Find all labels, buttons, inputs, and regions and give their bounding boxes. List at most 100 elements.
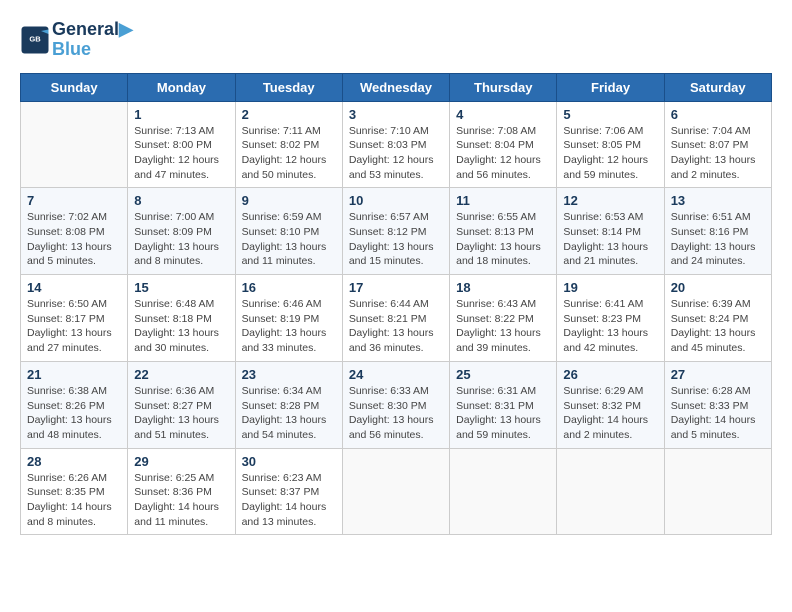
calendar-cell: 5 Sunrise: 7:06 AM Sunset: 8:05 PM Daylig…: [557, 101, 664, 188]
day-info: Sunrise: 7:04 AM Sunset: 8:07 PM Dayligh…: [671, 124, 765, 183]
logo-text: General▶ Blue: [52, 20, 133, 60]
calendar-cell: 4 Sunrise: 7:08 AM Sunset: 8:04 PM Daylig…: [450, 101, 557, 188]
logo: GB General▶ Blue: [20, 20, 133, 60]
day-info: Sunrise: 6:29 AM Sunset: 8:32 PM Dayligh…: [563, 384, 657, 443]
day-header-wednesday: Wednesday: [342, 73, 449, 101]
day-info: Sunrise: 7:00 AM Sunset: 8:09 PM Dayligh…: [134, 210, 228, 269]
calendar-week-2: 7 Sunrise: 7:02 AM Sunset: 8:08 PM Daylig…: [21, 188, 772, 275]
calendar-cell: 25 Sunrise: 6:31 AM Sunset: 8:31 PM Dayli…: [450, 361, 557, 448]
day-number: 26: [563, 367, 657, 382]
day-number: 7: [27, 193, 121, 208]
logo-line2: Blue: [52, 40, 133, 60]
day-number: 6: [671, 107, 765, 122]
day-number: 14: [27, 280, 121, 295]
calendar-week-3: 14 Sunrise: 6:50 AM Sunset: 8:17 PM Dayli…: [21, 275, 772, 362]
day-info: Sunrise: 7:13 AM Sunset: 8:00 PM Dayligh…: [134, 124, 228, 183]
day-number: 10: [349, 193, 443, 208]
calendar-cell: 3 Sunrise: 7:10 AM Sunset: 8:03 PM Daylig…: [342, 101, 449, 188]
day-number: 18: [456, 280, 550, 295]
day-info: Sunrise: 7:10 AM Sunset: 8:03 PM Dayligh…: [349, 124, 443, 183]
calendar-cell: [342, 448, 449, 535]
calendar-cell: 9 Sunrise: 6:59 AM Sunset: 8:10 PM Daylig…: [235, 188, 342, 275]
calendar-cell: 15 Sunrise: 6:48 AM Sunset: 8:18 PM Dayli…: [128, 275, 235, 362]
day-header-friday: Friday: [557, 73, 664, 101]
calendar-cell: 22Sunrise: 6:36 AM Sunset: 8:27 PM Dayli…: [128, 361, 235, 448]
day-header-monday: Monday: [128, 73, 235, 101]
day-number: 9: [242, 193, 336, 208]
day-header-sunday: Sunday: [21, 73, 128, 101]
calendar-cell: 8 Sunrise: 7:00 AM Sunset: 8:09 PM Daylig…: [128, 188, 235, 275]
day-info: Sunrise: 6:25 AM Sunset: 8:36 PM Dayligh…: [134, 471, 228, 530]
calendar-week-1: 1 Sunrise: 7:13 AM Sunset: 8:00 PM Daylig…: [21, 101, 772, 188]
day-number: 29: [134, 454, 228, 469]
calendar-cell: 28 Sunrise: 6:26 AM Sunset: 8:35 PM Dayli…: [21, 448, 128, 535]
day-number: 5: [563, 107, 657, 122]
day-number: 13: [671, 193, 765, 208]
calendar-header: SundayMondayTuesdayWednesdayThursdayFrid…: [21, 73, 772, 101]
calendar-cell: 13 Sunrise: 6:51 AM Sunset: 8:16 PM Dayli…: [664, 188, 771, 275]
day-number: 4: [456, 107, 550, 122]
calendar-cell: 26 Sunrise: 6:29 AM Sunset: 8:32 PM Dayli…: [557, 361, 664, 448]
calendar-cell: [21, 101, 128, 188]
day-number: 1: [134, 107, 228, 122]
day-info: Sunrise: 6:51 AM Sunset: 8:16 PM Dayligh…: [671, 210, 765, 269]
calendar-cell: 17 Sunrise: 6:44 AM Sunset: 8:21 PM Dayli…: [342, 275, 449, 362]
day-info: Sunrise: 7:06 AM Sunset: 8:05 PM Dayligh…: [563, 124, 657, 183]
calendar-cell: 12 Sunrise: 6:53 AM Sunset: 8:14 PM Dayli…: [557, 188, 664, 275]
day-info: Sunrise: 6:31 AM Sunset: 8:31 PM Dayligh…: [456, 384, 550, 443]
day-number: 2: [242, 107, 336, 122]
calendar-cell: 10 Sunrise: 6:57 AM Sunset: 8:12 PM Dayli…: [342, 188, 449, 275]
day-info: Sunrise: 6:23 AM Sunset: 8:37 PM Dayligh…: [242, 471, 336, 530]
day-info: Sunrise: 6:55 AM Sunset: 8:13 PM Dayligh…: [456, 210, 550, 269]
day-number: 28: [27, 454, 121, 469]
day-number: 3: [349, 107, 443, 122]
day-info: Sunrise: 6:43 AM Sunset: 8:22 PM Dayligh…: [456, 297, 550, 356]
calendar-cell: [557, 448, 664, 535]
svg-text:GB: GB: [29, 34, 41, 43]
day-info: Sunrise: 7:11 AM Sunset: 8:02 PM Dayligh…: [242, 124, 336, 183]
day-info: Sunrise: 6:26 AM Sunset: 8:35 PM Dayligh…: [27, 471, 121, 530]
day-info: Sunrise: 6:33 AM Sunset: 8:30 PM Dayligh…: [349, 384, 443, 443]
day-info: Sunrise: 6:39 AM Sunset: 8:24 PM Dayligh…: [671, 297, 765, 356]
day-number: 21: [27, 367, 121, 382]
day-number: 15: [134, 280, 228, 295]
day-number: 22: [134, 367, 228, 382]
calendar-cell: 18 Sunrise: 6:43 AM Sunset: 8:22 PM Dayli…: [450, 275, 557, 362]
day-info: Sunrise: 6:53 AM Sunset: 8:14 PM Dayligh…: [563, 210, 657, 269]
calendar-cell: 24 Sunrise: 6:33 AM Sunset: 8:30 PM Dayli…: [342, 361, 449, 448]
calendar-cell: 11 Sunrise: 6:55 AM Sunset: 8:13 PM Dayli…: [450, 188, 557, 275]
day-number: 17: [349, 280, 443, 295]
day-info: Sunrise: 6:46 AM Sunset: 8:19 PM Dayligh…: [242, 297, 336, 356]
calendar-cell: [450, 448, 557, 535]
day-info: Sunrise: 6:59 AM Sunset: 8:10 PM Dayligh…: [242, 210, 336, 269]
calendar-week-5: 28 Sunrise: 6:26 AM Sunset: 8:35 PM Dayli…: [21, 448, 772, 535]
calendar-cell: 7 Sunrise: 7:02 AM Sunset: 8:08 PM Daylig…: [21, 188, 128, 275]
day-info: Sunrise: 6:57 AM Sunset: 8:12 PM Dayligh…: [349, 210, 443, 269]
day-info: Sunrise: 7:02 AM Sunset: 8:08 PM Dayligh…: [27, 210, 121, 269]
calendar-cell: 30 Sunrise: 6:23 AM Sunset: 8:37 PM Dayli…: [235, 448, 342, 535]
day-number: 11: [456, 193, 550, 208]
calendar-cell: 29 Sunrise: 6:25 AM Sunset: 8:36 PM Dayli…: [128, 448, 235, 535]
calendar-table: SundayMondayTuesdayWednesdayThursdayFrid…: [20, 73, 772, 536]
day-header-saturday: Saturday: [664, 73, 771, 101]
day-number: 25: [456, 367, 550, 382]
calendar-cell: 1 Sunrise: 7:13 AM Sunset: 8:00 PM Daylig…: [128, 101, 235, 188]
day-info: Sunrise: 6:41 AM Sunset: 8:23 PM Dayligh…: [563, 297, 657, 356]
calendar-cell: 16Sunrise: 6:46 AM Sunset: 8:19 PM Dayli…: [235, 275, 342, 362]
day-info: Sunrise: 7:08 AM Sunset: 8:04 PM Dayligh…: [456, 124, 550, 183]
calendar-cell: 19 Sunrise: 6:41 AM Sunset: 8:23 PM Dayli…: [557, 275, 664, 362]
logo-icon: GB: [20, 25, 50, 55]
day-info: Sunrise: 6:50 AM Sunset: 8:17 PM Dayligh…: [27, 297, 121, 356]
day-number: 30: [242, 454, 336, 469]
calendar-cell: 14 Sunrise: 6:50 AM Sunset: 8:17 PM Dayli…: [21, 275, 128, 362]
day-number: 12: [563, 193, 657, 208]
day-number: 8: [134, 193, 228, 208]
day-number: 24: [349, 367, 443, 382]
day-header-thursday: Thursday: [450, 73, 557, 101]
day-info: Sunrise: 6:44 AM Sunset: 8:21 PM Dayligh…: [349, 297, 443, 356]
day-info: Sunrise: 6:38 AM Sunset: 8:26 PM Dayligh…: [27, 384, 121, 443]
day-info: Sunrise: 6:48 AM Sunset: 8:18 PM Dayligh…: [134, 297, 228, 356]
day-number: 19: [563, 280, 657, 295]
calendar-cell: 2 Sunrise: 7:11 AM Sunset: 8:02 PM Daylig…: [235, 101, 342, 188]
calendar-cell: 21 Sunrise: 6:38 AM Sunset: 8:26 PM Dayli…: [21, 361, 128, 448]
